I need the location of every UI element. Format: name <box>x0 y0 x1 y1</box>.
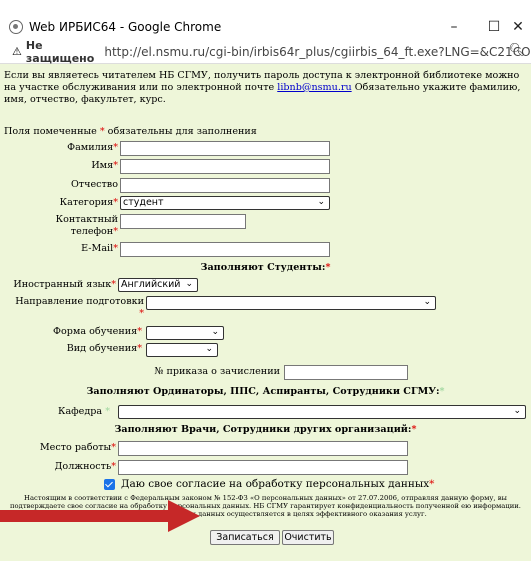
required-note-after: обязательны для заполнения <box>104 126 257 137</box>
chevron-down-icon: ⌄ <box>423 297 431 307</box>
security-status[interactable]: Не защищено <box>26 39 94 65</box>
required-star: * <box>105 406 110 417</box>
doctors-heading-text: Заполняют Врачи, Сотрудники других орган… <box>114 424 412 435</box>
order-number-input[interactable] <box>284 365 408 380</box>
phone-label: Контактный телефон* <box>40 214 118 238</box>
firstname-label-text: Имя <box>91 160 114 171</box>
students-heading: Заполняют Студенты:* <box>0 262 531 273</box>
required-star: * <box>429 478 435 490</box>
required-star: * <box>113 226 118 237</box>
required-note: Поля помеченные * обязательны для заполн… <box>4 126 257 137</box>
required-star: * <box>137 326 142 337</box>
address-bar[interactable]: ⚠ Не защищено http://el.nsmu.ru/cgi-bin/… <box>0 39 531 65</box>
chevron-down-icon: ⌄ <box>185 279 193 289</box>
intro-text: Если вы являетесь читателем НБ СГМУ, пол… <box>4 70 524 106</box>
position-label-text: Должность <box>54 461 112 472</box>
department-select[interactable]: ⌄ <box>118 405 526 419</box>
chevron-down-icon: ⌄ <box>317 197 325 207</box>
study-form-label-text: Форма обучения <box>53 326 138 337</box>
required-star: * <box>411 424 417 435</box>
required-star: * <box>111 279 116 290</box>
firstname-label: Имя* <box>40 160 118 172</box>
reset-button[interactable]: Очистить <box>282 530 334 545</box>
submit-button[interactable]: Записаться <box>210 530 280 545</box>
workplace-label-text: Место работы <box>39 442 112 453</box>
direction-label: Направление подготовки * <box>4 296 144 320</box>
required-star: * <box>113 160 118 171</box>
chrome-app-icon <box>9 20 23 34</box>
study-type-label-text: Вид обучения <box>66 343 138 354</box>
lastname-input[interactable] <box>120 141 330 156</box>
direction-select[interactable]: ⌄ <box>146 296 436 310</box>
required-star: * <box>439 386 445 397</box>
chevron-down-icon: ⌄ <box>205 344 213 354</box>
email-link[interactable]: libnb@nsmu.ru <box>277 82 351 93</box>
foreign-language-label: Иностранный язык* <box>4 279 116 291</box>
category-label: Категория* <box>40 197 118 209</box>
category-label-text: Категория <box>59 197 114 208</box>
firstname-input[interactable] <box>120 159 330 174</box>
study-form-label: Форма обучения* <box>4 326 142 338</box>
required-star: * <box>113 243 118 254</box>
phone-label-line1: Контактный <box>55 214 118 225</box>
required-star: * <box>113 142 118 153</box>
foreign-language-select-value: Английский <box>121 279 181 290</box>
category-select-value: студент <box>123 197 164 208</box>
registration-page: Если вы являетесь читателем НБ СГМУ, пол… <box>0 64 531 561</box>
minimize-button[interactable]: – <box>434 14 474 40</box>
required-star: * <box>111 442 116 453</box>
phone-input[interactable] <box>120 214 246 229</box>
doctors-heading: Заполняют Врачи, Сотрудники других орган… <box>0 424 531 435</box>
study-type-select[interactable]: ⌄ <box>146 343 218 357</box>
required-star: * <box>137 343 142 354</box>
department-label-text: Кафедра <box>58 406 103 417</box>
order-number-label: № приказа о зачислении <box>154 366 280 377</box>
url-text[interactable]: http://el.nsmu.ru/cgi-bin/irbis64r_plus/… <box>104 45 531 59</box>
email-input[interactable] <box>120 242 330 257</box>
chevron-down-icon: ⌄ <box>211 327 219 337</box>
patronymic-label: Отчество <box>70 179 118 190</box>
consent-label: Даю свое согласие на обработку персональ… <box>121 478 430 490</box>
staff-heading-text: Заполняют Ординаторы, ППС, Аспиранты, Со… <box>86 386 440 397</box>
required-star: * <box>139 308 144 319</box>
required-star: * <box>111 461 116 472</box>
lastname-label-text: Фамилия <box>67 142 114 153</box>
direction-label-text: Направление подготовки <box>15 296 144 307</box>
required-star: * <box>325 262 331 273</box>
students-heading-text: Заполняют Студенты: <box>200 262 326 273</box>
email-label: E-Mail* <box>40 243 118 255</box>
staff-heading: Заполняют Ординаторы, ППС, Аспиранты, Со… <box>0 386 531 397</box>
required-star: * <box>113 197 118 208</box>
patronymic-input[interactable] <box>120 178 330 193</box>
study-type-label: Вид обучения* <box>4 343 142 355</box>
warning-triangle-icon: ⚠ <box>12 45 22 58</box>
required-note-before: Поля помеченные <box>4 126 100 137</box>
foreign-language-label-text: Иностранный язык <box>13 279 112 290</box>
email-label-text: E-Mail <box>81 243 114 254</box>
category-select[interactable]: студент ⌄ <box>120 196 330 210</box>
phone-label-line2: телефон <box>70 226 114 237</box>
window-titlebar: Web ИРБИС64 - Google Chrome – ☐ ✕ <box>0 14 531 40</box>
workplace-input[interactable] <box>118 441 408 456</box>
zoom-icon[interactable]: 🔍︎ <box>508 43 525 58</box>
pointer-arrow-shape <box>0 500 200 532</box>
position-label: Должность* <box>4 461 116 473</box>
department-label: Кафедра * <box>4 406 110 418</box>
workplace-label: Место работы* <box>4 442 116 454</box>
consent-checkbox[interactable] <box>104 478 115 490</box>
foreign-language-select[interactable]: Английский ⌄ <box>118 278 198 292</box>
position-input[interactable] <box>118 460 408 475</box>
consent-row[interactable]: Даю свое согласие на обработку персональ… <box>104 478 434 490</box>
lastname-label: Фамилия* <box>40 142 118 154</box>
window-title: Web ИРБИС64 - Google Chrome <box>29 20 222 34</box>
chevron-down-icon: ⌄ <box>513 406 521 416</box>
study-form-select[interactable]: ⌄ <box>146 326 224 340</box>
close-button[interactable]: ✕ <box>505 14 531 40</box>
pointer-arrow-icon <box>0 500 200 532</box>
